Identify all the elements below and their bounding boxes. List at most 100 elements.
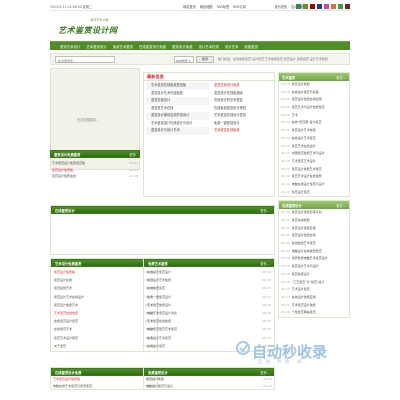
list-item[interactable]: 02-18 "工艺鉴赏"与"鉴赏"设计 <box>279 279 349 287</box>
list-item[interactable]: 02-17 艺术设计鉴赏 <box>279 286 349 294</box>
list-item[interactable]: 电脑设计鉴赏与设计 09-20 <box>144 383 274 390</box>
latest-item[interactable]: 在线设计的艺术鉴赏 <box>209 97 272 105</box>
latest-item[interactable]: 鉴赏设计模块应用开放设计 <box>146 112 209 120</box>
latest-item[interactable]: 鉴赏在线设计 <box>146 97 209 105</box>
latest-item[interactable]: 鉴赏鉴艺术在线 <box>146 105 209 113</box>
search-scope-select[interactable]: 站内搜索 ▾ <box>174 56 194 63</box>
top-link-tags[interactable]: TAG标签 <box>217 4 230 9</box>
list-item[interactable]: 艺术鉴赏免费设计 08-16 <box>145 301 273 309</box>
search-input[interactable]: 在这里搜索... <box>55 56 115 63</box>
set-homepage-link[interactable]: 设为首页 <box>275 4 288 9</box>
hot-tags[interactable]: 热门标签：在线免费鉴赏 设计鉴赏 艺术免费鉴赏 鉴赏设计 免费鉴赏 设计艺术免费 <box>218 57 328 61</box>
list-item[interactable]: 02-14 在线设计艺术鉴赏 <box>279 135 349 143</box>
list-item[interactable]: 电脑艺术鉴赏设计对比 08-16 <box>145 309 273 317</box>
list-item[interactable]: 02-15 在线设计鉴赏与实验 <box>279 89 349 97</box>
list-item[interactable]: 02-13 艺术鉴赏艺术设计 <box>279 158 349 166</box>
list-item[interactable]: 02-14 艺术 <box>279 112 349 120</box>
nav-item-7[interactable]: 设计艺术 <box>225 44 239 49</box>
latest-item[interactable]: 免费一键鉴赏设计 <box>209 120 272 128</box>
list-item[interactable]: 02-21 鉴赏设计免费应用 <box>279 225 349 233</box>
item-title: 在线设计鉴赏 <box>147 343 166 348</box>
latest-item[interactable]: 鉴赏设计艺术在线免费 <box>146 90 209 98</box>
nav-item-2[interactable]: 艺术鉴赏设计 <box>86 44 106 49</box>
latest-item[interactable]: 鉴赏设计在线免费版 <box>209 90 272 98</box>
theme-swatch[interactable] <box>310 4 315 9</box>
list-item[interactable]: 免费鉴赏设计鉴赏 04-15 <box>52 317 156 325</box>
top-link-sitemap[interactable]: 网站地图 <box>200 4 213 9</box>
latest-item[interactable]: 艺术鉴赏在线免费 <box>209 127 272 135</box>
list-item[interactable]: 鉴赏设计艺术在线设计 04-17 <box>52 293 156 301</box>
nav-item-5[interactable]: 鉴赏设计免费 <box>172 44 192 49</box>
art-box-title: 艺术鉴赏 <box>282 75 296 80</box>
list-item[interactable]: 02-21 鉴赏设计免费在线 <box>279 232 349 240</box>
latest-item[interactable]: 在线免费鉴赏设计规划 <box>209 105 272 113</box>
item-title: 电脑在线艺术鉴赏与风景鉴赏 <box>53 383 93 388</box>
list-item[interactable]: 02-11 鉴赏设计鉴赏 <box>279 189 349 197</box>
col2-more-link[interactable]: 更多... <box>260 261 270 266</box>
list-item[interactable]: 鉴赏设计在线 04-18 <box>52 276 156 284</box>
latest-item[interactable]: 艺术鉴赏在线免费鉴赏版 <box>146 82 209 90</box>
theme-swatch[interactable] <box>331 4 336 9</box>
list-item[interactable]: 02-14 鉴赏设计艺术免费 <box>279 127 349 135</box>
list-item[interactable]: 02-12 鉴赏设计免费艺术鉴赏 <box>279 166 349 174</box>
list-item[interactable]: 02-15 鉴赏艺术与设计免费鉴赏 <box>279 104 349 112</box>
item-date: 02-20 <box>281 241 290 246</box>
item-date: 02-13 <box>281 151 290 156</box>
theme-swatch[interactable] <box>303 4 308 9</box>
list-item[interactable]: 02-18 鉴赏免费设计 <box>279 271 349 279</box>
list-item[interactable]: 02-21 鉴赏在线免费 <box>279 217 349 225</box>
list-item[interactable]: 02-20 电脑设计在线免费鉴赏 <box>279 248 349 256</box>
list-item[interactable]: 电脑鉴赏鉴赏艺术鉴赏 08-15 <box>145 325 273 333</box>
theme-swatch[interactable] <box>338 4 343 9</box>
list-item[interactable]: 02-17 艺术鉴赏设计免费 <box>279 302 349 310</box>
list-item[interactable]: 02-14 在线"鉴赏题"设计鉴赏 <box>279 119 349 127</box>
list-item[interactable]: 02-12 电脑在线设计鉴赏与设计 <box>279 181 349 189</box>
list-item[interactable]: 鉴赏设计免费在线 07-18 <box>50 173 140 180</box>
list-item[interactable]: 02-13 中国鉴赏免费艺术与设计 <box>279 150 349 158</box>
list-item[interactable]: 02-19 世界免费电脑艺术鉴赏设计 <box>279 255 349 263</box>
list-item[interactable]: 02-16 个性鉴赏网站鉴赏 <box>279 309 349 317</box>
top-link-home[interactable]: 网站首页 <box>183 4 196 9</box>
art-box-more-link[interactable]: 更多... <box>336 75 346 80</box>
list-item[interactable]: 鉴赏在线艺术 04-18 <box>52 284 156 292</box>
list-item[interactable]: 鉴赏艺术设计鉴赏 04-14 <box>52 334 156 342</box>
nav-item-6[interactable]: 设计艺术在线 <box>199 44 219 49</box>
list-item[interactable]: 在线鉴赏艺术 04-15 <box>52 325 156 333</box>
wide-box-more-link[interactable]: 更多... <box>260 208 270 213</box>
nav-item-1[interactable]: 首页艺术设计 <box>60 44 80 49</box>
list-item[interactable]: 免费一键鉴赏设计 08-17 <box>145 293 273 301</box>
free-box-more-link[interactable]: 更多 <box>129 152 136 157</box>
nav-item-4[interactable]: 在线鉴赏设计免费 <box>139 44 166 49</box>
list-item[interactable]: 鉴赏设计免费艺术 04-17 <box>52 301 156 309</box>
list-item[interactable]: 02-13 鉴赏艺术在线设计 <box>279 143 349 151</box>
online-box-more-link[interactable]: 更多... <box>336 203 346 208</box>
search-button[interactable]: 搜索 <box>196 56 214 63</box>
latest-item[interactable]: 艺术鉴赏设计在线设计与设计 <box>146 120 209 128</box>
list-item[interactable]: 02-20 在线免费艺术鉴赏 <box>279 240 349 248</box>
list-item[interactable]: 02-17 在线设计免费应用 <box>279 294 349 302</box>
list-item[interactable]: 关于鉴赏 04-14 <box>52 342 156 350</box>
latest-item[interactable]: 艺术鉴赏在线设计鉴赏 <box>209 112 272 120</box>
list-item[interactable]: 艺术鉴赏在线免费 08-15 <box>145 317 273 325</box>
list-item[interactable]: 鉴赏设计免费版 04-21 <box>52 268 156 276</box>
theme-swatch[interactable] <box>345 4 350 9</box>
list-item[interactable]: 02-12 鉴赏艺术设计在线免费 <box>279 173 349 181</box>
site-logo[interactable]: 鉴赏艺术之美 艺术鉴赏设计网 <box>58 14 128 36</box>
list-item[interactable]: 鉴赏设计艺术免费 08-18 <box>145 276 273 284</box>
list-item[interactable]: 02-17 鉴赏设计免费 <box>279 81 349 89</box>
theme-swatch[interactable] <box>324 4 329 9</box>
latest-item[interactable]: 鉴赏设计与设计艺术 <box>146 127 209 135</box>
list-item[interactable]: 在线设计鉴赏设计 08-19 <box>145 268 273 276</box>
theme-swatch[interactable] <box>296 4 301 9</box>
top-link-rss[interactable]: RSS订阅 <box>233 4 246 9</box>
latest-item[interactable]: 鉴赏在线设计免费 <box>209 82 272 90</box>
list-item[interactable]: 02-15 鉴赏设计免费在线应用 <box>279 96 349 104</box>
theme-swatch[interactable] <box>317 4 322 9</box>
list-item[interactable]: 在线免费鉴赏 08-17 <box>145 284 273 292</box>
nav-item-3[interactable]: 免费艺术鉴赏 <box>113 44 133 49</box>
nav-item-8[interactable]: 免费鉴赏 <box>244 44 258 49</box>
list-item[interactable]: 艺术鉴赏在线免费 04-16 <box>52 309 156 317</box>
list-item[interactable]: 电脑在线艺术鉴赏与风景鉴赏 09-19 <box>51 383 157 390</box>
list-item[interactable]: 02-19 鉴赏设计艺术与设计 <box>279 263 349 271</box>
list-item[interactable]: 02-21 鉴赏设计免费应用平台 <box>279 209 349 217</box>
